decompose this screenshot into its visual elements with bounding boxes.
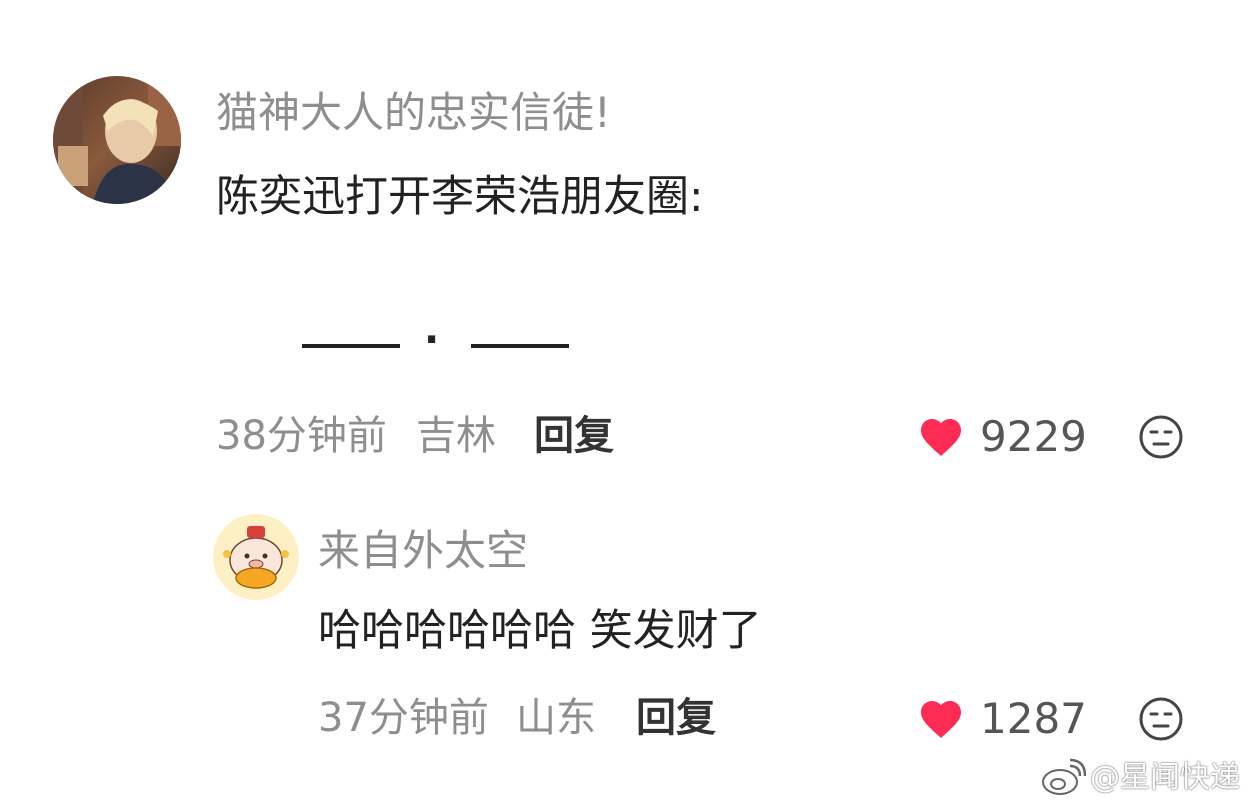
comment-drawing-dot: ·	[424, 317, 440, 363]
watermark-text: @星闻快递	[1090, 760, 1240, 795]
comment-location: 山东	[516, 695, 596, 741]
comment-text: 陈奕迅打开李荣浩朋友圈:	[216, 172, 704, 222]
like-count: 1287	[980, 694, 1087, 743]
comment-location: 吉林	[416, 413, 496, 459]
commenter-avatar[interactable]	[213, 514, 299, 600]
comment-drawing-right-line	[471, 344, 569, 348]
comment-time: 38分钟前	[216, 413, 387, 459]
like-count: 9229	[980, 412, 1087, 461]
neutral-face-icon[interactable]	[1137, 413, 1185, 461]
comment-drawing-left-line	[302, 344, 400, 348]
reply-button[interactable]: 回复	[534, 416, 614, 456]
comment-time: 37分钟前	[318, 695, 489, 741]
heart-icon[interactable]	[917, 413, 965, 461]
commenter-avatar[interactable]	[53, 76, 181, 204]
heart-icon[interactable]	[917, 695, 965, 743]
weibo-logo-icon	[1040, 758, 1087, 798]
neutral-face-icon[interactable]	[1137, 695, 1185, 743]
commenter-username[interactable]: 来自外太空	[318, 530, 528, 572]
commenter-username[interactable]: 猫神大人的忠实信徒!	[216, 92, 611, 134]
reply-button[interactable]: 回复	[636, 698, 716, 738]
comment-text: 哈哈哈哈哈哈 笑发财了	[318, 606, 762, 656]
